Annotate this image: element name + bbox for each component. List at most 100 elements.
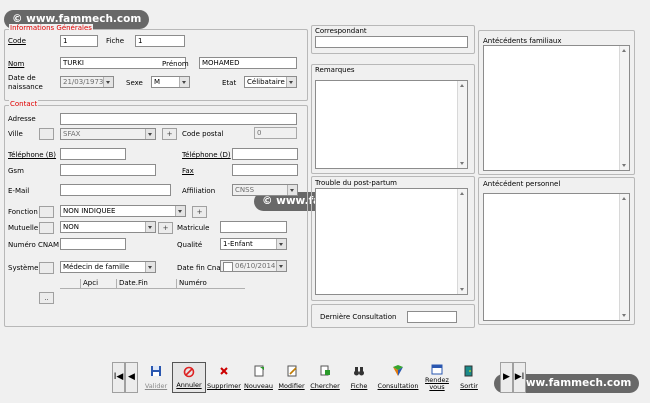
remarques-scrollbar[interactable] bbox=[457, 81, 467, 168]
mutuelle-add-button[interactable]: + bbox=[158, 222, 173, 234]
numero-cnam-label: Numéro CNAM bbox=[8, 241, 59, 249]
nav-first-button[interactable]: I◀ bbox=[112, 362, 125, 393]
scroll-up-icon[interactable] bbox=[622, 49, 626, 52]
fiche-label: Fiche bbox=[106, 37, 125, 45]
remarques-textarea[interactable] bbox=[315, 80, 468, 169]
ville-add-button[interactable]: + bbox=[162, 128, 177, 140]
systeme-select[interactable]: Médecin de famille bbox=[60, 261, 156, 273]
fonction-value: NON INDIQUEE bbox=[63, 207, 116, 215]
etat-label: Etat bbox=[222, 79, 237, 87]
code-field[interactable]: 1 bbox=[60, 35, 98, 47]
code-postal-label: Code postal bbox=[182, 130, 224, 138]
scroll-down-icon[interactable] bbox=[622, 164, 626, 167]
fonction-add-button[interactable]: + bbox=[192, 206, 207, 218]
sexe-value: M bbox=[154, 78, 161, 86]
ville-select[interactable]: SFAX bbox=[60, 128, 156, 140]
chevron-down-icon[interactable] bbox=[286, 77, 296, 87]
telephone-b-field[interactable] bbox=[60, 148, 126, 160]
edit-icon bbox=[287, 365, 297, 377]
scroll-down-icon[interactable] bbox=[460, 162, 464, 165]
new-document-icon bbox=[254, 365, 264, 377]
chevron-down-icon[interactable] bbox=[145, 222, 155, 232]
scroll-up-icon[interactable] bbox=[460, 192, 464, 195]
date-fin-cnam-value: 06/10/2014 bbox=[235, 262, 276, 270]
chevron-down-icon[interactable] bbox=[287, 185, 297, 195]
ville-lookup-button[interactable] bbox=[39, 128, 54, 140]
mutuelle-label: Mutuelle bbox=[8, 224, 39, 232]
nouveau-label: Nouveau bbox=[244, 382, 273, 390]
mutuelle-lookup-button[interactable] bbox=[39, 222, 54, 234]
scroll-down-icon[interactable] bbox=[622, 314, 626, 317]
date-fin-cnam-checkbox[interactable] bbox=[223, 262, 233, 271]
date-fin-cnam-picker[interactable]: 06/10/2014 bbox=[220, 260, 287, 272]
valider-button[interactable]: Valider bbox=[140, 362, 172, 393]
chevron-down-icon[interactable] bbox=[276, 239, 286, 249]
binoculars-icon bbox=[354, 367, 364, 376]
derniere-consultation-field[interactable] bbox=[407, 311, 457, 323]
scroll-down-icon[interactable] bbox=[460, 288, 464, 291]
etat-select[interactable]: Célibataire bbox=[244, 76, 297, 88]
chevron-down-icon[interactable] bbox=[175, 206, 185, 216]
fiche-field[interactable]: 1 bbox=[135, 35, 185, 47]
etat-value: Célibataire bbox=[247, 78, 285, 86]
chevron-down-icon[interactable] bbox=[179, 77, 189, 87]
chevron-down-icon[interactable] bbox=[276, 261, 286, 271]
search-icon bbox=[320, 365, 330, 376]
supprimer-button[interactable]: Supprimer bbox=[206, 362, 242, 393]
matricule-field[interactable] bbox=[220, 221, 287, 233]
rendez-vous-button[interactable]: Rendez vous bbox=[420, 362, 454, 393]
nav-next-button[interactable]: ▶ bbox=[500, 362, 513, 393]
chevron-down-icon[interactable] bbox=[145, 262, 155, 272]
chevron-down-icon[interactable] bbox=[145, 129, 155, 139]
code-postal-field[interactable]: 0 bbox=[254, 127, 297, 139]
consultation-button[interactable]: Consultation bbox=[376, 362, 420, 393]
consultation-label: Consultation bbox=[377, 382, 419, 390]
prenom-field[interactable]: MOHAMED bbox=[199, 57, 297, 69]
affiliation-select[interactable]: CNSS bbox=[232, 184, 298, 196]
annuler-button[interactable]: Annuler bbox=[172, 362, 206, 393]
nav-prev-button[interactable]: ◀ bbox=[125, 362, 138, 393]
fonction-select[interactable]: NON INDIQUEE bbox=[60, 205, 186, 217]
telephone-d-field[interactable] bbox=[232, 148, 298, 160]
sexe-label: Sexe bbox=[126, 79, 143, 87]
table-row-button[interactable]: .. bbox=[39, 292, 54, 304]
consultation-icon bbox=[393, 365, 403, 376]
adresse-label: Adresse bbox=[8, 115, 36, 123]
qualite-select[interactable]: 1-Enfant bbox=[220, 238, 287, 250]
rendez-vous-label-line2: vous bbox=[429, 383, 445, 391]
adresse-field[interactable] bbox=[60, 113, 297, 125]
antecedents-familiaux-label: Antécédents familiaux bbox=[483, 37, 562, 45]
antecedent-personnel-scrollbar[interactable] bbox=[619, 194, 629, 320]
numero-cnam-field[interactable] bbox=[60, 238, 126, 250]
nav-last-button[interactable]: ▶I bbox=[513, 362, 526, 393]
modifier-button[interactable]: Modifier bbox=[275, 362, 308, 393]
fiche-button[interactable]: Fiche bbox=[342, 362, 376, 393]
date-naissance-picker[interactable]: 21/03/1973 bbox=[60, 76, 114, 88]
remarques-label: Remarques bbox=[315, 66, 355, 74]
trouble-textarea[interactable] bbox=[315, 188, 468, 295]
mutuelle-select[interactable]: NON bbox=[60, 221, 156, 233]
antecedents-familiaux-textarea[interactable] bbox=[483, 45, 630, 171]
save-icon bbox=[151, 366, 161, 376]
fax-label: Fax bbox=[182, 167, 194, 175]
sexe-select[interactable]: M bbox=[151, 76, 190, 88]
scroll-up-icon[interactable] bbox=[460, 84, 464, 87]
antecedent-personnel-textarea[interactable] bbox=[483, 193, 630, 321]
trouble-label: Trouble du post-partum bbox=[315, 179, 397, 187]
contact-legend: Contact bbox=[9, 100, 39, 108]
sortir-button[interactable]: Sortir bbox=[454, 362, 484, 393]
fax-field[interactable] bbox=[232, 164, 298, 176]
email-field[interactable] bbox=[60, 184, 171, 196]
scroll-up-icon[interactable] bbox=[622, 197, 626, 200]
antecedents-familiaux-scrollbar[interactable] bbox=[619, 46, 629, 170]
chevron-down-icon[interactable] bbox=[103, 77, 113, 87]
correspondant-field[interactable] bbox=[315, 36, 468, 48]
chercher-button[interactable]: Chercher bbox=[308, 362, 342, 393]
gsm-field[interactable] bbox=[60, 164, 156, 176]
systeme-lookup-button[interactable] bbox=[39, 262, 54, 274]
fonction-lookup-button[interactable] bbox=[39, 206, 54, 218]
nouveau-button[interactable]: Nouveau bbox=[242, 362, 275, 393]
qualite-label: Qualité bbox=[177, 241, 203, 249]
trouble-scrollbar[interactable] bbox=[457, 189, 467, 294]
fiche-label: Fiche bbox=[350, 382, 368, 390]
